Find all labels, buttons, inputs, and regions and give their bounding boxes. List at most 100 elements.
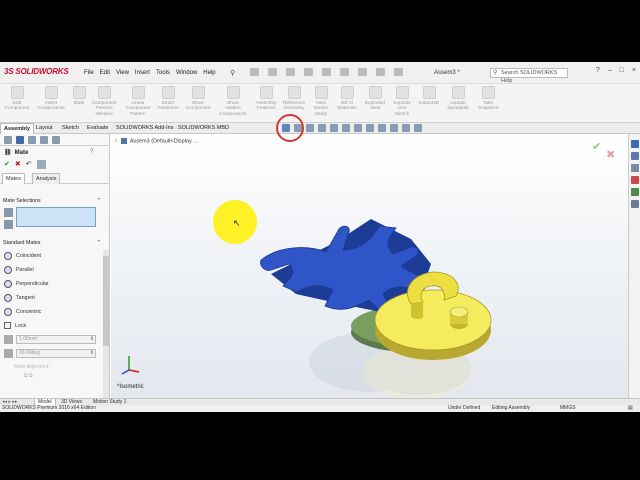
help-popup-icon[interactable]: ▤ [628, 405, 633, 412]
mate-perpendicular[interactable]: Perpendicular [4, 280, 49, 288]
file-properties-icon[interactable] [376, 68, 385, 76]
definition-status: Under Defined [448, 405, 481, 411]
ok-icon[interactable]: ✔ [4, 160, 10, 169]
menu-window[interactable]: Window [176, 70, 197, 76]
custom-properties-icon[interactable] [631, 200, 639, 208]
file-explorer-icon[interactable] [631, 164, 639, 172]
mate-selections-field[interactable] [16, 207, 96, 227]
update-speedpak-button[interactable]: Update Speedpak [443, 86, 473, 112]
smart-fasteners-button[interactable]: Smart Fasteners [153, 86, 183, 112]
section-view-icon[interactable] [330, 124, 338, 132]
dynamic-annotation-icon[interactable] [342, 124, 350, 132]
design-library-icon[interactable] [631, 152, 639, 160]
component-preview-window-button[interactable]: Component Preview Window [89, 86, 119, 117]
select-icon[interactable] [340, 68, 349, 76]
display-style-icon[interactable] [354, 124, 362, 132]
linear-component-pattern-button[interactable]: Linear Component Pattern [123, 86, 153, 117]
explode-line-sketch-button[interactable]: Explode Line Sketch [387, 86, 417, 117]
feature-manager-tab-icon[interactable] [4, 136, 12, 144]
menu-insert[interactable]: Insert [135, 70, 150, 76]
tab-evaluate[interactable]: Evaluate [84, 123, 111, 134]
spin-arrows-icon[interactable]: ⇕ [90, 350, 94, 357]
configuration-manager-tab-icon[interactable] [28, 136, 36, 144]
take-snapshot-button[interactable]: Take Snapshot [473, 86, 503, 112]
keep-visible-pin-icon[interactable] [36, 160, 46, 169]
tab-analysis[interactable]: Analysis [32, 173, 61, 184]
tab-solidworks-addins[interactable]: SOLIDWORKS Add-Ins [113, 123, 176, 134]
options-icon[interactable] [394, 68, 403, 76]
mate-alignment-buttons[interactable]: ⧉ ⧉ [24, 373, 33, 379]
menu-tools[interactable]: Tools [156, 70, 170, 76]
mate-parallel[interactable]: Parallel [4, 266, 34, 274]
view-settings-icon[interactable] [402, 124, 410, 132]
panel-scrollbar[interactable] [103, 250, 109, 398]
maximize-icon[interactable]: □ [620, 67, 624, 74]
open-icon[interactable] [268, 68, 277, 76]
spin-arrows-icon[interactable]: ⇕ [90, 336, 94, 343]
solidworks-resources-icon[interactable] [631, 140, 639, 148]
property-manager-tab-icon[interactable] [16, 136, 24, 144]
distance-input[interactable]: 1.00mm ⇕ [16, 335, 96, 344]
appearances-icon[interactable] [631, 188, 639, 196]
undo-icon[interactable] [322, 68, 331, 76]
standard-mates-header[interactable]: Standard Mates ⌃ [3, 240, 103, 246]
smart-fasteners-icon [161, 86, 175, 99]
rebuild-icon[interactable] [358, 68, 367, 76]
undo-icon[interactable]: ↶ [26, 160, 32, 169]
mate-lock[interactable]: Lock [4, 322, 26, 329]
property-manager-panel: ⛓ Mate ? ✔ ✖ ↶ Mates Analysis Mate Select… [0, 134, 110, 398]
tab-solidworks-mbd[interactable]: SOLIDWORKS MBD [175, 123, 232, 134]
edit-component-button[interactable]: Edit Component [2, 86, 32, 112]
assembly-model[interactable] [111, 134, 628, 398]
mate-coincident[interactable]: Coincident [4, 252, 41, 260]
new-document-icon[interactable] [250, 68, 259, 76]
help-icon[interactable]: ? [596, 67, 600, 74]
menu-view[interactable]: View [116, 70, 129, 76]
menu-file[interactable]: File [84, 70, 94, 76]
cancel-icon[interactable]: ✖ [15, 160, 21, 169]
save-icon[interactable] [286, 68, 295, 76]
previous-view-icon[interactable] [318, 124, 326, 132]
menu-help[interactable]: Help [203, 70, 215, 76]
pin-icon[interactable]: ⚲ [230, 69, 235, 77]
hide-show-items-icon[interactable] [366, 124, 374, 132]
graphics-area[interactable]: › Assem3 (Default<Display ... ↖ *Isometr… [111, 134, 628, 398]
scrollbar-thumb[interactable] [103, 256, 109, 346]
assembly-features-button[interactable]: Assembly Features [251, 86, 281, 112]
show-hidden-components-button[interactable]: Show Hidden Components [218, 86, 248, 117]
units-selector[interactable]: MMGS [560, 405, 576, 412]
confirm-cancel-icon[interactable]: ✖ [606, 148, 615, 161]
reference-geometry-button[interactable]: Reference Geometry [279, 86, 309, 112]
window-controls: ? – □ × [596, 67, 636, 74]
display-pane-icon[interactable] [414, 124, 422, 132]
tab-mates[interactable]: Mates [2, 173, 25, 184]
angle-input[interactable]: 30.00deg ⇕ [16, 349, 96, 358]
tab-layout[interactable]: Layout [33, 123, 56, 134]
insert-components-button[interactable]: Insert Components [36, 86, 66, 112]
mate-tangent[interactable]: Tangent [4, 294, 35, 302]
exploded-view-button[interactable]: Exploded View [360, 86, 390, 112]
dimxpert-tab-icon[interactable] [40, 136, 48, 144]
tab-sketch[interactable]: Sketch [59, 123, 82, 134]
close-icon[interactable]: × [632, 67, 636, 74]
instant3d-button[interactable]: Instant3D [414, 86, 444, 106]
menu-edit[interactable]: Edit [100, 70, 110, 76]
preview-window-icon [97, 86, 111, 99]
print-icon[interactable] [304, 68, 313, 76]
solidworks-logo[interactable]: 3S SOLIDWORKS [4, 67, 69, 76]
view-palette-icon[interactable] [631, 176, 639, 184]
speedpak-icon [451, 86, 465, 99]
apply-scene-icon[interactable] [390, 124, 398, 132]
edit-appearance-icon[interactable] [378, 124, 386, 132]
confirm-ok-icon[interactable]: ✔ [592, 140, 601, 153]
display-manager-tab-icon[interactable] [52, 136, 60, 144]
minimize-icon[interactable]: – [608, 67, 612, 74]
tab-assembly[interactable]: Assembly [0, 123, 34, 134]
mate-selections-header[interactable]: Mate Selections ⌃ [3, 198, 103, 204]
help-icon[interactable]: ? [90, 149, 93, 155]
search-help-input[interactable]: ⚲ Search SOLIDWORKS Help [490, 68, 568, 84]
mate-concentric[interactable]: Concentric [4, 308, 41, 316]
zoom-to-area-icon[interactable] [306, 124, 314, 132]
move-component-button[interactable]: Move Component [183, 86, 213, 112]
bill-of-materials-button[interactable]: Bill of Materials [332, 86, 362, 112]
